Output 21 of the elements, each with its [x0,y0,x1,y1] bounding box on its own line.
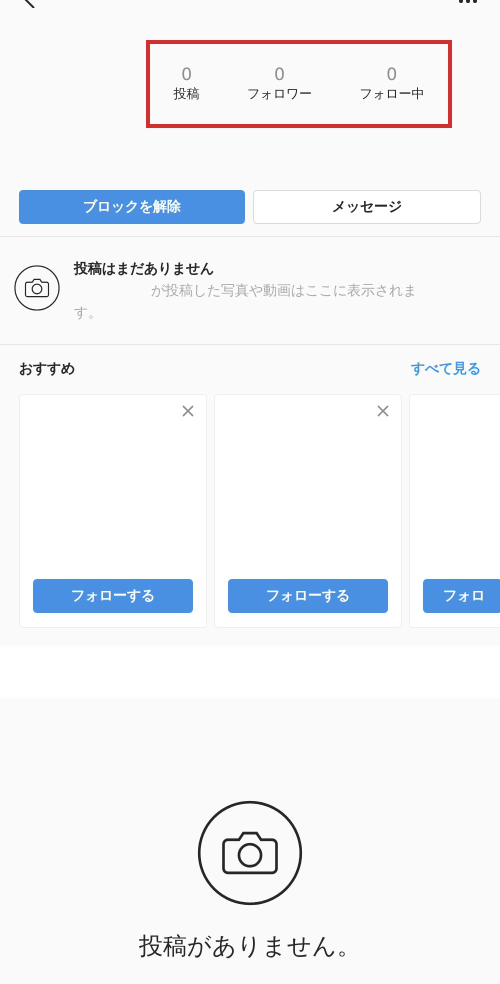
empty-message: 投稿がありません。 [139,931,361,962]
follow-button[interactable]: フォロ [423,579,500,613]
follow-button[interactable]: フォローする [33,579,193,613]
empty-title: 投稿はまだありません [74,260,215,279]
close-icon[interactable] [182,405,194,417]
more-icon[interactable] [458,0,478,6]
camera-icon [14,265,60,311]
unblock-button[interactable]: ブロックを解除 [19,190,245,224]
close-icon[interactable] [377,405,389,417]
stat-label: 投稿 [174,86,200,104]
stat-label: フォロワー [246,86,312,104]
follow-button[interactable]: フォローする [228,579,388,613]
stat-count: 0 [274,64,285,86]
stat-label: フォロー中 [359,86,424,104]
stat-count: 0 [386,64,398,86]
stat-count: 0 [181,64,192,86]
see-all-link[interactable]: すべて見る [411,359,481,380]
section-title: おすすめ [19,360,75,379]
camera-icon [197,800,303,906]
message-button[interactable]: メッセージ [253,190,481,224]
empty-description: が投稿した写真や動画はここに表示されます。 [74,282,418,323]
